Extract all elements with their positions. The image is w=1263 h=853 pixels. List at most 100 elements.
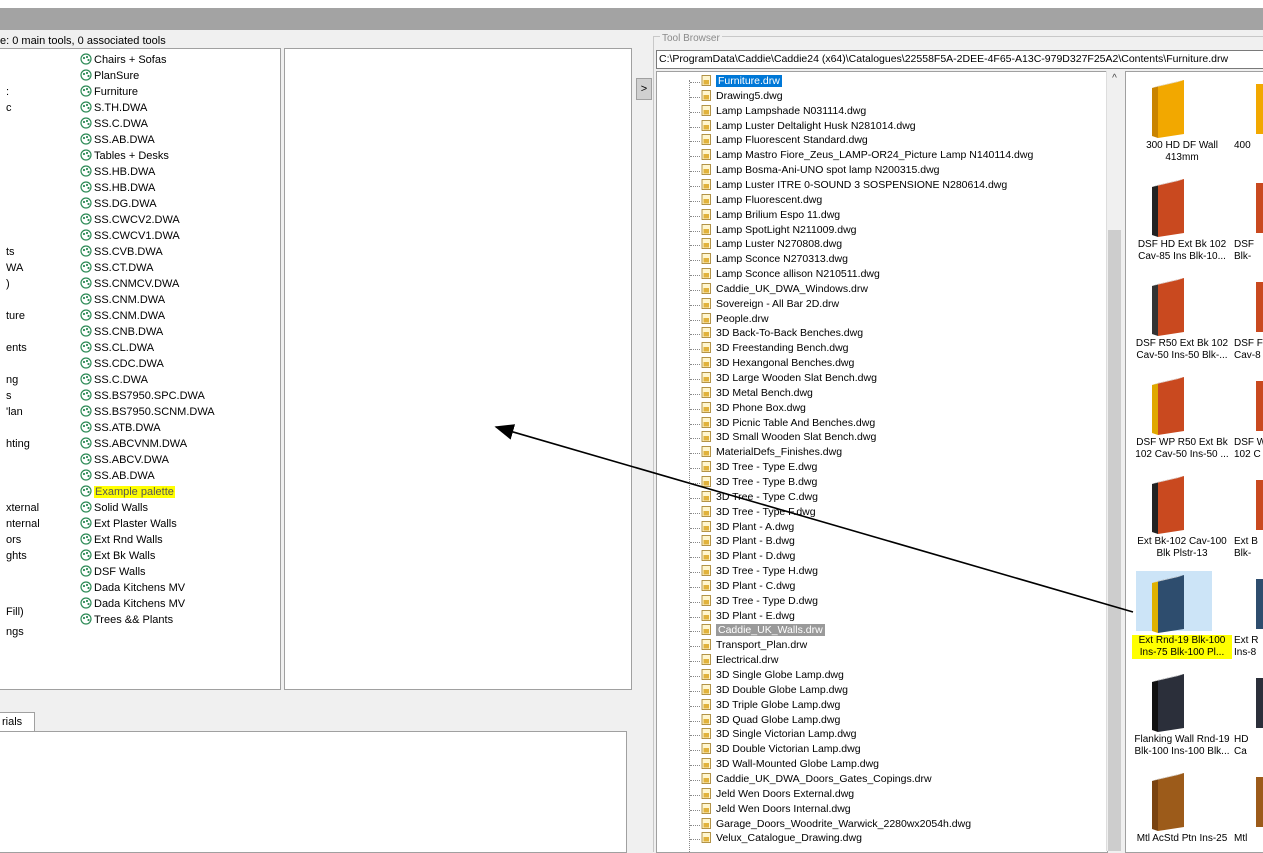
tree-item[interactable]: Velux_Catalogue_Drawing.dwg xyxy=(701,831,862,846)
tree-item[interactable]: Caddie_UK_DWA_Doors_Gates_Copings.drw xyxy=(701,772,932,787)
thumbnail-panel[interactable]: 300 HD DF Wall 413mm 400 DSF HD Ext Bk 102 C… xyxy=(1125,71,1263,853)
category-fragment[interactable]: hting xyxy=(6,436,30,452)
wall-thumbnail-icon[interactable] xyxy=(1256,579,1263,629)
wall-thumbnail-icon[interactable] xyxy=(1256,480,1263,530)
category-fragment[interactable]: ) xyxy=(6,276,10,292)
tree-item[interactable]: 3D Single Globe Lamp.dwg xyxy=(701,668,844,683)
tree-item[interactable]: Lamp Fluorescent Standard.dwg xyxy=(701,133,868,148)
wall-thumbnail-icon[interactable] xyxy=(1144,670,1204,734)
palette-item[interactable]: SS.C.DWA xyxy=(80,116,148,132)
tree-item[interactable]: 3D Back-To-Back Benches.dwg xyxy=(701,326,863,341)
palette-item[interactable]: SS.ABCV.DWA xyxy=(80,452,169,468)
wall-thumbnail-icon[interactable] xyxy=(1256,183,1263,233)
palette-item[interactable]: SS.CT.DWA xyxy=(80,260,154,276)
tree-item[interactable]: Lamp Bosma-Ani-UNO spot lamp N200315.dwg xyxy=(701,163,940,178)
wall-thumbnail-icon[interactable] xyxy=(1256,777,1263,827)
tree-item[interactable]: 3D Tree - Type E.dwg xyxy=(701,460,817,475)
palette-item[interactable]: SS.CNB.DWA xyxy=(80,324,163,340)
tree-item[interactable]: Transport_Plan.drw xyxy=(701,638,807,653)
tree-item[interactable]: Sovereign - All Bar 2D.drw xyxy=(701,297,839,312)
palette-item[interactable]: SS.AB.DWA xyxy=(80,468,155,484)
tree-item[interactable]: 3D Tree - Type B.dwg xyxy=(701,475,817,490)
tree-item[interactable]: 3D Double Victorian Lamp.dwg xyxy=(701,742,861,757)
palette-item[interactable]: Tables + Desks xyxy=(80,148,169,164)
category-fragment[interactable]: c xyxy=(6,100,12,116)
tree-item[interactable]: Caddie_UK_DWA_Windows.drw xyxy=(701,282,868,297)
tree-item[interactable]: Jeld Wen Doors External.dwg xyxy=(701,787,854,802)
tree-item[interactable]: Lamp Mastro Fiore_Zeus_LAMP-OR24_Picture… xyxy=(701,148,1033,163)
category-fragment[interactable]: ngs xyxy=(6,624,24,640)
palette-item[interactable]: SS.CL.DWA xyxy=(80,340,154,356)
wall-thumbnail-icon[interactable] xyxy=(1144,175,1204,239)
palette-item[interactable]: DSF Walls xyxy=(80,564,146,580)
tree-item[interactable]: Lamp Luster N270808.dwg xyxy=(701,237,842,252)
palette-item[interactable]: SS.DG.DWA xyxy=(80,196,157,212)
tree-item[interactable]: Lamp Sconce allison N210511.dwg xyxy=(701,267,880,282)
tree-item[interactable]: Lamp Sconce N270313.dwg xyxy=(701,252,848,267)
wall-thumbnail-icon[interactable] xyxy=(1144,769,1204,833)
tree-item[interactable]: 3D Triple Globe Lamp.dwg xyxy=(701,698,840,713)
palette-item[interactable]: Trees && Plants xyxy=(80,612,173,628)
palette-item[interactable]: Dada Kitchens MV xyxy=(80,596,185,612)
tree-item[interactable]: Lamp Lampshade N031114.dwg xyxy=(701,104,866,119)
palette-item[interactable]: SS.CNM.DWA xyxy=(80,308,165,324)
palette-item[interactable]: SS.BS7950.SPC.DWA xyxy=(80,388,205,404)
wall-thumbnail-icon[interactable] xyxy=(1144,571,1204,635)
wall-thumbnail-icon[interactable] xyxy=(1256,678,1263,728)
category-fragment[interactable]: s xyxy=(6,388,12,404)
palette-item[interactable]: SS.ABCVNM.DWA xyxy=(80,436,187,452)
palette-item[interactable]: SS.CVB.DWA xyxy=(80,244,163,260)
wall-thumbnail-icon[interactable] xyxy=(1144,373,1204,437)
wall-thumbnail-icon[interactable] xyxy=(1256,381,1263,431)
tree-item[interactable]: 3D Plant - C.dwg xyxy=(701,579,795,594)
tree-item[interactable]: 3D Plant - A.dwg xyxy=(701,520,794,535)
tree-item[interactable]: 3D Metal Bench.dwg xyxy=(701,386,813,401)
palette-item[interactable]: SS.ATB.DWA xyxy=(80,420,161,436)
category-fragment[interactable]: 'lan xyxy=(6,404,23,420)
tree-item[interactable]: 3D Plant - D.dwg xyxy=(701,549,795,564)
palette-item[interactable]: SS.HB.DWA xyxy=(80,180,155,196)
palette-item[interactable]: SS.CWCV2.DWA xyxy=(80,212,180,228)
palette-item[interactable]: Example palette xyxy=(80,484,175,500)
palette-item[interactable]: Dada Kitchens MV xyxy=(80,580,185,596)
category-fragment[interactable]: Fill) xyxy=(6,604,24,620)
scroll-up-icon[interactable]: ^ xyxy=(1106,73,1123,89)
tree-item[interactable]: 3D Tree - Type F.dwg xyxy=(701,505,816,520)
tree-item[interactable]: 3D Hexangonal Benches.dwg xyxy=(701,356,854,371)
palette-item[interactable]: SS.CNMCV.DWA xyxy=(80,276,179,292)
palette-item[interactable]: SS.C.DWA xyxy=(80,372,148,388)
tree-item[interactable]: 3D Plant - E.dwg xyxy=(701,609,795,624)
tree-item[interactable]: 3D Tree - Type C.dwg xyxy=(701,490,818,505)
category-fragment[interactable]: ors xyxy=(6,532,21,548)
palette-item[interactable]: SS.CNM.DWA xyxy=(80,292,165,308)
palette-item[interactable]: PlanSure xyxy=(80,68,139,84)
palette-item[interactable]: SS.HB.DWA xyxy=(80,164,155,180)
palette-item[interactable]: Chairs + Sofas xyxy=(80,52,166,68)
tree-item[interactable]: Lamp Fluorescent.dwg xyxy=(701,193,822,208)
tree-item[interactable]: People.drw xyxy=(701,312,769,327)
wall-thumbnail-icon[interactable] xyxy=(1256,282,1263,332)
tree-item[interactable]: MaterialDefs_Finishes.dwg xyxy=(701,445,842,460)
wall-thumbnail-icon[interactable] xyxy=(1256,84,1263,134)
tree-item[interactable]: Lamp Luster Deltalight Husk N281014.dwg xyxy=(701,119,916,134)
tree-item[interactable]: 3D Tree - Type H.dwg xyxy=(701,564,818,579)
tree-item[interactable]: 3D Wall-Mounted Globe Lamp.dwg xyxy=(701,757,879,772)
palette-item[interactable]: Solid Walls xyxy=(80,500,148,516)
palette-item[interactable]: Ext Plaster Walls xyxy=(80,516,177,532)
collapse-button[interactable]: > xyxy=(636,78,652,100)
palette-item[interactable]: SS.BS7950.SCNM.DWA xyxy=(80,404,215,420)
tree-item[interactable]: 3D Plant - B.dwg xyxy=(701,534,795,549)
tree-item[interactable]: Garage_Doors_Woodrite_Warwick_2280wx2054… xyxy=(701,817,971,832)
palette-item[interactable]: Ext Bk Walls xyxy=(80,548,155,564)
path-field[interactable]: C:\ProgramData\Caddie\Caddie24 (x64)\Cat… xyxy=(656,50,1263,69)
file-tree[interactable]: Furniture.drw Drawing5.dwg Lamp Lampshade … xyxy=(656,71,1108,853)
tree-item[interactable]: 3D Picnic Table And Benches.dwg xyxy=(701,416,875,431)
palette-item[interactable]: SS.CDC.DWA xyxy=(80,356,164,372)
tree-item[interactable]: Lamp SpotLight N211009.dwg xyxy=(701,223,857,238)
category-fragment[interactable]: : xyxy=(6,84,9,100)
category-fragment[interactable]: nternal xyxy=(6,516,40,532)
materials-pane[interactable] xyxy=(0,731,627,853)
palette-item[interactable]: Ext Rnd Walls xyxy=(80,532,163,548)
tree-item[interactable]: Lamp Brilium Espo 11.dwg xyxy=(701,208,840,223)
palette-item[interactable]: Furniture xyxy=(80,84,138,100)
